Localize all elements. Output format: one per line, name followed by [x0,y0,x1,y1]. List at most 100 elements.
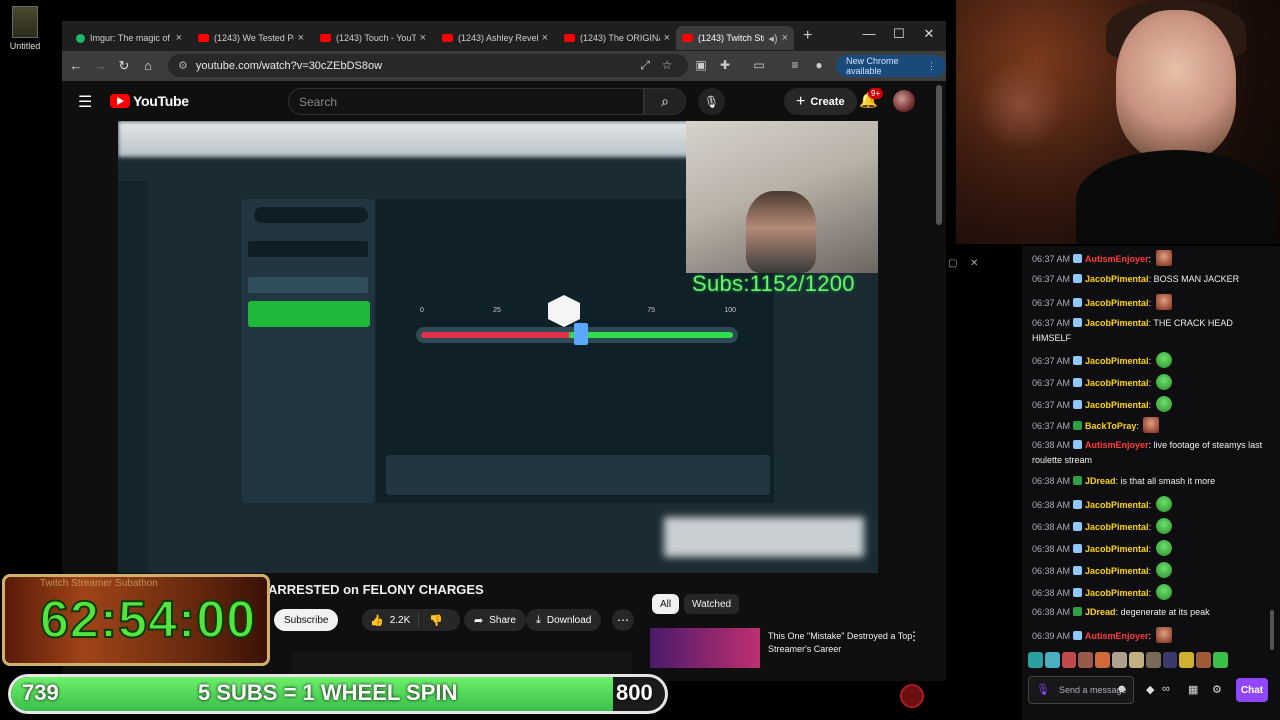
site-info-icon[interactable]: ⚙ [178,59,188,72]
pepe-emote-icon[interactable] [1155,562,1172,578]
bookmark-star-icon[interactable]: ☆ [658,58,676,72]
close-tab-icon[interactable]: × [298,32,304,44]
subscriber-badge-icon[interactable] [1073,298,1083,307]
face-emote-icon[interactable] [1143,417,1160,433]
new-tab-plus-icon[interactable]: + [803,27,812,45]
search-input[interactable]: Search [288,88,644,115]
subscribe-button[interactable]: Subscribe [274,609,339,631]
moderator-badge-icon[interactable] [1073,476,1083,485]
emote-icon[interactable] [1145,652,1161,668]
pepe-emote-icon[interactable] [1155,396,1172,412]
page-scrollbar[interactable] [936,85,942,225]
url-omnibox[interactable]: ⚙ youtube.com/watch?v=30cZEbDS8ow [168,54,688,77]
close-tab-icon[interactable]: × [782,32,788,44]
chat-mic-icon[interactable]: 🎙 [1036,683,1050,696]
emote-icon[interactable] [1028,652,1043,668]
close-tab-icon[interactable]: × [420,32,426,44]
pepe-emote-icon[interactable] [1155,518,1172,534]
emote-icon[interactable] [1112,652,1127,668]
chat-username[interactable]: AutismEnjoyer [1085,254,1149,264]
hamburger-menu-icon[interactable]: ☰ [78,92,92,112]
account-avatar[interactable] [893,90,915,112]
emote-icon[interactable] [1061,652,1077,668]
emoji-picker-icon[interactable]: ☻ [1116,683,1128,695]
forward-arrow-icon[interactable]: → [90,58,110,73]
chat-username[interactable]: JacobPimental [1085,318,1149,328]
chat-username[interactable]: JacobPimental [1085,588,1149,598]
maximize-icon[interactable]: ☐ [884,26,914,42]
emote-icon[interactable] [1078,652,1094,668]
subscriber-badge-icon[interactable] [1073,440,1083,449]
chat-username[interactable]: JacobPimental [1085,544,1149,554]
moderator-badge-icon[interactable] [1073,421,1083,430]
tab-youtube-active[interactable]: (1243) Twitch Stre ◂) × [676,26,794,50]
chat-username[interactable]: JacobPimental [1085,274,1149,284]
voice-search-button[interactable]: 🎙 [698,88,725,115]
subscriber-badge-icon[interactable] [1073,522,1083,531]
gift-icon[interactable]: ▦ [1188,683,1198,696]
close-popup-icon[interactable]: ✕ [970,258,978,269]
recommended-menu-icon[interactable]: ⋮ [908,629,920,643]
subscriber-badge-icon[interactable] [1073,544,1083,553]
subscriber-badge-icon[interactable] [1073,588,1083,597]
bits-icon[interactable]: ◆ [1146,683,1154,696]
chat-username[interactable]: JDread [1085,476,1116,486]
install-app-icon[interactable]: ⤢ [636,58,654,73]
close-tab-icon[interactable]: × [664,32,670,44]
emote-icon[interactable] [1128,652,1144,668]
chat-username[interactable]: JacobPimental [1085,356,1149,366]
new-chrome-available-button[interactable]: New Chrome available ⋮ [836,55,946,77]
chat-username[interactable]: JacobPimental [1085,500,1149,510]
chip-all[interactable]: All [652,594,680,614]
emote-icon[interactable] [1044,652,1060,668]
chat-username[interactable]: JacobPimental [1085,522,1149,532]
close-tab-icon[interactable]: × [176,32,182,44]
like-button[interactable]: 👍 2.2K [362,613,420,627]
search-button[interactable]: ⌕ [644,88,686,115]
emote-icon[interactable] [1196,652,1212,668]
chat-username[interactable]: JDread [1085,607,1116,617]
create-button[interactable]: + Create [784,88,857,115]
chat-send-button[interactable]: Chat [1236,678,1268,702]
tab-youtube-1[interactable]: (1243) We Tested Pop × [192,26,310,50]
chat-username[interactable]: BackToPray [1085,421,1136,431]
emote-icon[interactable] [1162,652,1178,668]
chat-username[interactable]: JacobPimental [1085,566,1149,576]
desktop-icon-untitled[interactable]: Untitled [4,6,46,51]
video-player[interactable]: 0 25 50 75 100 Subs:1152/1200 [118,121,878,573]
recommended-title[interactable]: This One "Mistake" Destroyed a Top Strea… [768,630,918,656]
tab-youtube-2[interactable]: (1243) Touch - YouTu × [314,26,432,50]
dislike-button[interactable]: 👎 [419,614,453,627]
extension-icon[interactable]: ▣ [692,58,710,72]
close-window-icon[interactable]: ✕ [914,26,944,42]
emote-icon[interactable] [1179,652,1195,668]
subscriber-badge-icon[interactable] [1073,631,1083,640]
chat-username[interactable]: JacobPimental [1085,400,1149,410]
face-emote-icon[interactable] [1155,627,1172,643]
subscriber-badge-icon[interactable] [1073,500,1083,509]
chat-username[interactable]: AutismEnjoyer [1085,631,1149,641]
pepe-emote-icon[interactable] [1155,374,1172,390]
tab-youtube-3[interactable]: (1243) Ashley Revell × [436,26,554,50]
tab-youtube-4[interactable]: (1243) The ORIGINAL × [558,26,676,50]
puzzle-icon[interactable]: ✚ [716,58,734,72]
recommended-thumbnail[interactable] [650,628,760,668]
tab-imgur[interactable]: Imgur: The magic of × [70,26,188,50]
more-actions-button[interactable]: ⋯ [612,609,634,631]
infinity-icon[interactable]: ∞ [1162,683,1170,695]
download-button[interactable]: ⤓ Download [526,609,602,631]
pepe-emote-icon[interactable] [1155,584,1172,600]
pepe-emote-icon[interactable] [1155,496,1172,512]
minimize-icon[interactable]: — [854,26,884,41]
chat-scrollbar[interactable] [1270,610,1274,650]
profile-icon[interactable]: ● [810,58,828,72]
emote-icon[interactable] [1213,652,1228,668]
taskbar-app-icon[interactable] [900,684,924,708]
moderator-badge-icon[interactable] [1073,607,1083,616]
subscriber-badge-icon[interactable] [1073,254,1083,263]
chat-username[interactable]: JacobPimental [1085,298,1149,308]
subscriber-badge-icon[interactable] [1073,378,1083,387]
chip-watched[interactable]: Watched [684,594,740,614]
settings-gear-icon[interactable]: ⚙ [1212,683,1222,696]
face-emote-icon[interactable] [1155,294,1172,310]
